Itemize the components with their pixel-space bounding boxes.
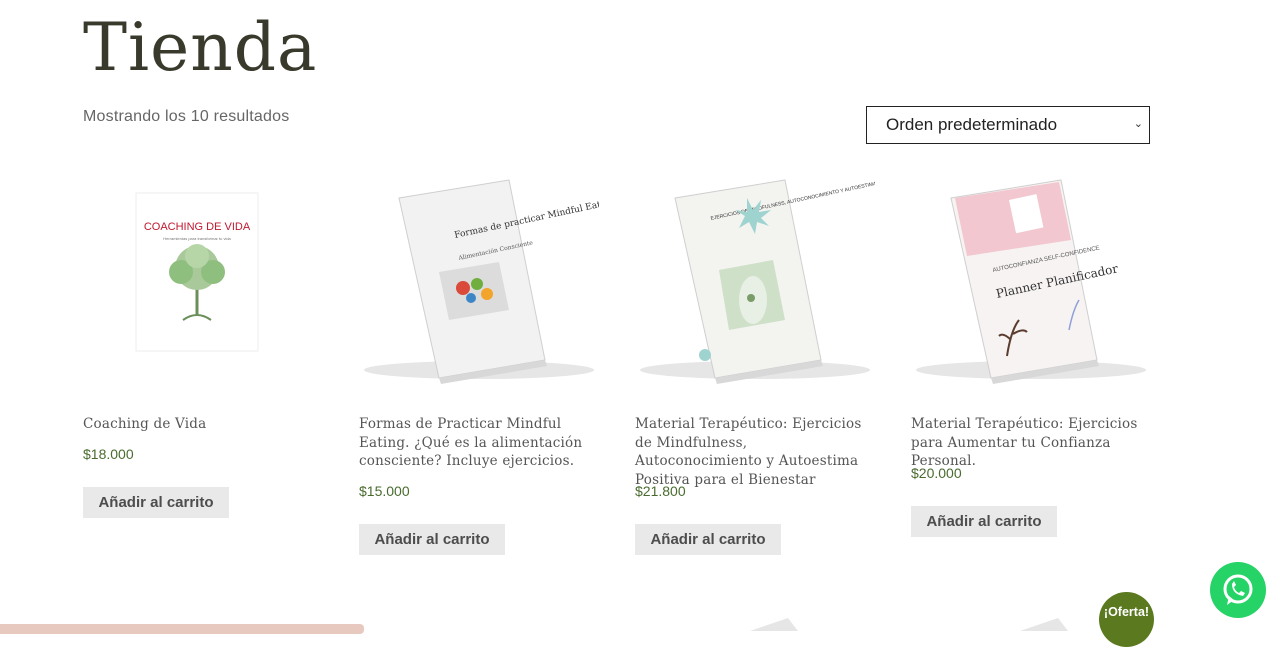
add-to-cart-button[interactable]: Añadir al carrito	[911, 506, 1057, 537]
product-price: $20.000	[911, 465, 962, 481]
product-image-partial	[750, 618, 798, 631]
product-title[interactable]: Material Terapéutico: Ejercicios de Mind…	[635, 415, 875, 489]
product-image[interactable]: Formas de practicar Mindful Eating Alime…	[359, 160, 616, 400]
product-card: COACHING DE VIDA Herramientas para trans…	[83, 160, 323, 518]
cover-subtitle: Herramientas para transformar tu vida	[163, 236, 231, 241]
chevron-down-icon: ⌄	[1133, 118, 1143, 130]
product-image[interactable]: EJERCICIOS DE MINDFULNESS, AUTOCONOCIMIE…	[635, 160, 950, 400]
product-title[interactable]: Material Terapéutico: Ejercicios para Au…	[911, 415, 1151, 471]
page-title: Tienda	[83, 9, 318, 86]
product-title[interactable]: Coaching de Vida	[83, 415, 323, 434]
product-card: Formas de practicar Mindful Eating Alime…	[359, 160, 616, 555]
add-to-cart-button[interactable]: Añadir al carrito	[635, 524, 781, 555]
sale-badge: ¡Oferta!	[1099, 592, 1154, 647]
product-image-partial	[1020, 618, 1068, 631]
add-to-cart-button[interactable]: Añadir al carrito	[359, 524, 505, 555]
cover-title: COACHING DE VIDA	[144, 221, 251, 233]
sort-selected-value: Orden predeterminado	[886, 115, 1058, 134]
product-card: EJERCICIOS DE MINDFULNESS, AUTOCONOCIMIE…	[635, 160, 950, 555]
product-price: $21.800	[635, 483, 686, 499]
product-image[interactable]: AUTOCONFIANZA SELF-CONFIDENCE Planner Pl…	[911, 160, 1151, 400]
product-price: $18.000	[83, 446, 134, 462]
sort-select[interactable]: Orden predeterminado ⌄	[866, 106, 1150, 144]
whatsapp-icon	[1223, 574, 1253, 605]
add-to-cart-button[interactable]: Añadir al carrito	[83, 487, 229, 518]
whatsapp-button[interactable]	[1210, 562, 1266, 618]
product-price: $15.000	[359, 483, 410, 499]
product-image[interactable]: COACHING DE VIDA Herramientas para trans…	[83, 160, 323, 400]
product-card: AUTOCONFIANZA SELF-CONFIDENCE Planner Pl…	[911, 160, 1151, 537]
results-count: Mostrando los 10 resultados	[83, 108, 290, 125]
cookie-banner	[0, 624, 364, 634]
product-title[interactable]: Formas de Practicar Mindful Eating. ¿Qué…	[359, 415, 599, 471]
